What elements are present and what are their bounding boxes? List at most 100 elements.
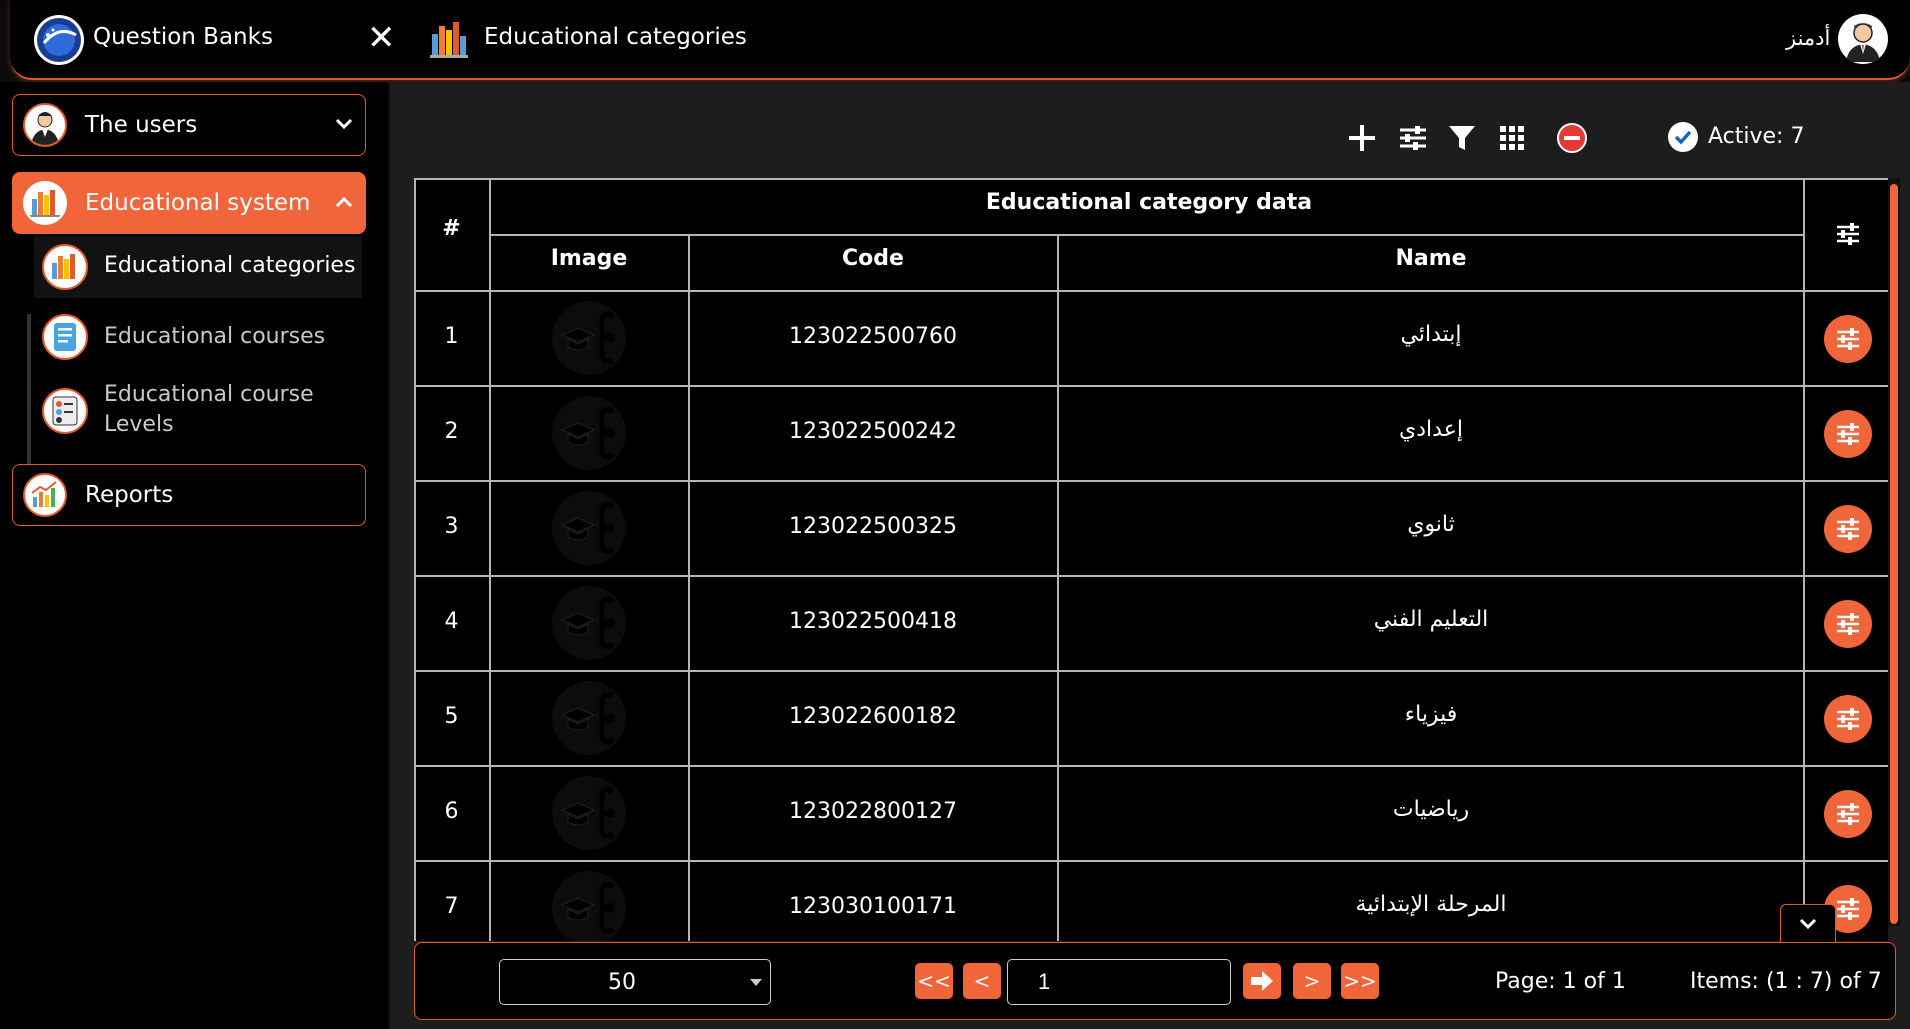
- page-size-value: 50: [608, 970, 636, 995]
- row-name: إبتدائي: [1400, 322, 1462, 347]
- user-avatar[interactable]: [1838, 14, 1888, 64]
- sliders-icon: [1837, 708, 1859, 730]
- levels-icon: [42, 388, 88, 434]
- row-index: 6: [444, 799, 459, 824]
- category-image: [552, 396, 626, 470]
- sliders-icon: [1837, 328, 1859, 350]
- group-header: Educational category data: [985, 190, 1313, 215]
- sliders-icon: [1837, 803, 1859, 825]
- education-category-icon: [560, 406, 615, 460]
- chevron-down-icon: [1799, 918, 1817, 930]
- sidebar-item-users[interactable]: The users: [12, 94, 366, 156]
- collapse-footer-button[interactable]: [1780, 904, 1836, 942]
- table-row: 4 123022500418 التعليم الفني: [414, 576, 1888, 672]
- sidebar: The users Educational system Educational…: [0, 82, 388, 1029]
- column-header-index: #: [442, 216, 461, 241]
- table-scrollbar[interactable]: [1888, 178, 1900, 926]
- sidebar-item-course-levels[interactable]: Educational course Levels: [34, 372, 362, 452]
- row-actions-button[interactable]: [1824, 790, 1872, 838]
- data-table: # Educational category data Image Code N…: [414, 178, 1888, 941]
- user-name[interactable]: أدمنز: [1786, 26, 1830, 50]
- row-code: 123022500242: [789, 419, 957, 444]
- active-count: Active: 7: [1708, 124, 1805, 149]
- row-code: 123022500760: [789, 324, 957, 349]
- page-info: Page: 1 of 1: [1495, 969, 1626, 994]
- app-logo: [34, 15, 84, 65]
- category-image: [552, 491, 626, 565]
- sidebar-item-label: Reports: [85, 482, 174, 508]
- grid-icon[interactable]: [1494, 120, 1530, 156]
- row-name: التعليم الفني: [1373, 607, 1489, 632]
- category-image: [552, 301, 626, 375]
- table-row: 6 123022800127 رياضيات: [414, 766, 1888, 862]
- top-header: Question Banks ✕ Educational categories …: [10, 0, 1910, 80]
- education-category-icon: [560, 691, 615, 745]
- row-index: 2: [444, 419, 459, 444]
- row-name: رياضيات: [1392, 797, 1470, 822]
- row-actions-button[interactable]: [1824, 315, 1872, 363]
- row-code: 123022600182: [789, 704, 957, 729]
- row-name: فيزياء: [1404, 702, 1458, 727]
- sidebar-item-educational-categories[interactable]: Educational categories: [34, 236, 362, 298]
- remove-icon[interactable]: [1554, 120, 1590, 156]
- row-index: 1: [444, 324, 459, 349]
- check-circle-icon: [1668, 122, 1698, 152]
- sidebar-item-educational-courses[interactable]: Educational courses: [34, 304, 362, 370]
- education-category-icon: [560, 311, 615, 365]
- chevron-down-icon[interactable]: [333, 113, 355, 135]
- scrollbar-thumb[interactable]: [1890, 184, 1898, 924]
- row-actions-button[interactable]: [1824, 695, 1872, 743]
- table-row: 5 123022600182 فيزياء: [414, 671, 1888, 767]
- main-content: Active: 7 # Educational category data Im…: [390, 82, 1910, 1029]
- sub-item-label-line1: Educational course: [104, 382, 314, 407]
- sliders-icon[interactable]: [1395, 120, 1431, 156]
- categories-icon: [42, 244, 88, 290]
- close-icon[interactable]: ✕: [367, 20, 396, 56]
- category-image: [552, 871, 626, 941]
- users-icon: [23, 103, 67, 147]
- row-name: إعدادي: [1399, 417, 1463, 442]
- first-page-button[interactable]: <<: [915, 963, 953, 999]
- row-code: 123030100171: [789, 894, 957, 919]
- next-page-button[interactable]: >: [1293, 963, 1331, 999]
- sub-item-label: Educational course Levels: [104, 380, 314, 440]
- table-row: 7 123030100171 المرحلة الإبتدائية: [414, 861, 1888, 941]
- row-actions-button[interactable]: [1824, 410, 1872, 458]
- row-name: المرحلة الإبتدائية: [1355, 892, 1507, 917]
- go-page-button[interactable]: [1243, 963, 1281, 999]
- pagination-footer: 50 << < > >> Page: 1 of 1 Items: (1 : 7)…: [414, 942, 1896, 1020]
- table-row: 2 123022500242 إعدادي: [414, 386, 1888, 482]
- categories-icon: [428, 18, 470, 60]
- category-image: [552, 776, 626, 850]
- sub-item-label: Educational courses: [104, 324, 326, 349]
- page-number-input[interactable]: [1007, 959, 1231, 1005]
- sliders-icon: [1837, 613, 1859, 635]
- filter-icon[interactable]: [1444, 120, 1480, 156]
- add-icon[interactable]: [1344, 120, 1380, 156]
- row-actions-button[interactable]: [1824, 600, 1872, 648]
- prev-page-button[interactable]: <: [963, 963, 1001, 999]
- sidebar-item-label: The users: [85, 112, 198, 138]
- chevron-up-icon[interactable]: [333, 191, 355, 213]
- row-actions-button[interactable]: [1824, 505, 1872, 553]
- sub-item-label-line2: Levels: [104, 412, 174, 437]
- education-category-icon: [560, 881, 615, 935]
- category-image: [552, 586, 626, 660]
- caret-down-icon: [750, 979, 762, 986]
- items-info: Items: (1 : 7) of 7: [1690, 969, 1882, 994]
- table-row: 1 123022500760 إبتدائي: [414, 291, 1888, 387]
- page-size-select[interactable]: 50: [499, 959, 771, 1005]
- row-code: 123022500418: [789, 609, 957, 634]
- education-category-icon: [560, 501, 615, 555]
- sidebar-item-educational-system[interactable]: Educational system: [12, 172, 366, 234]
- last-page-button[interactable]: >>: [1341, 963, 1379, 999]
- row-index: 3: [444, 514, 459, 539]
- sidebar-item-reports[interactable]: Reports: [12, 464, 366, 526]
- row-index: 5: [444, 704, 459, 729]
- row-index: 7: [444, 894, 459, 919]
- sub-item-label: Educational categories: [104, 253, 356, 278]
- sliders-icon: [1837, 423, 1859, 445]
- column-settings-icon[interactable]: [1834, 220, 1862, 248]
- arrow-right-icon: [1251, 971, 1273, 991]
- category-image: [552, 681, 626, 755]
